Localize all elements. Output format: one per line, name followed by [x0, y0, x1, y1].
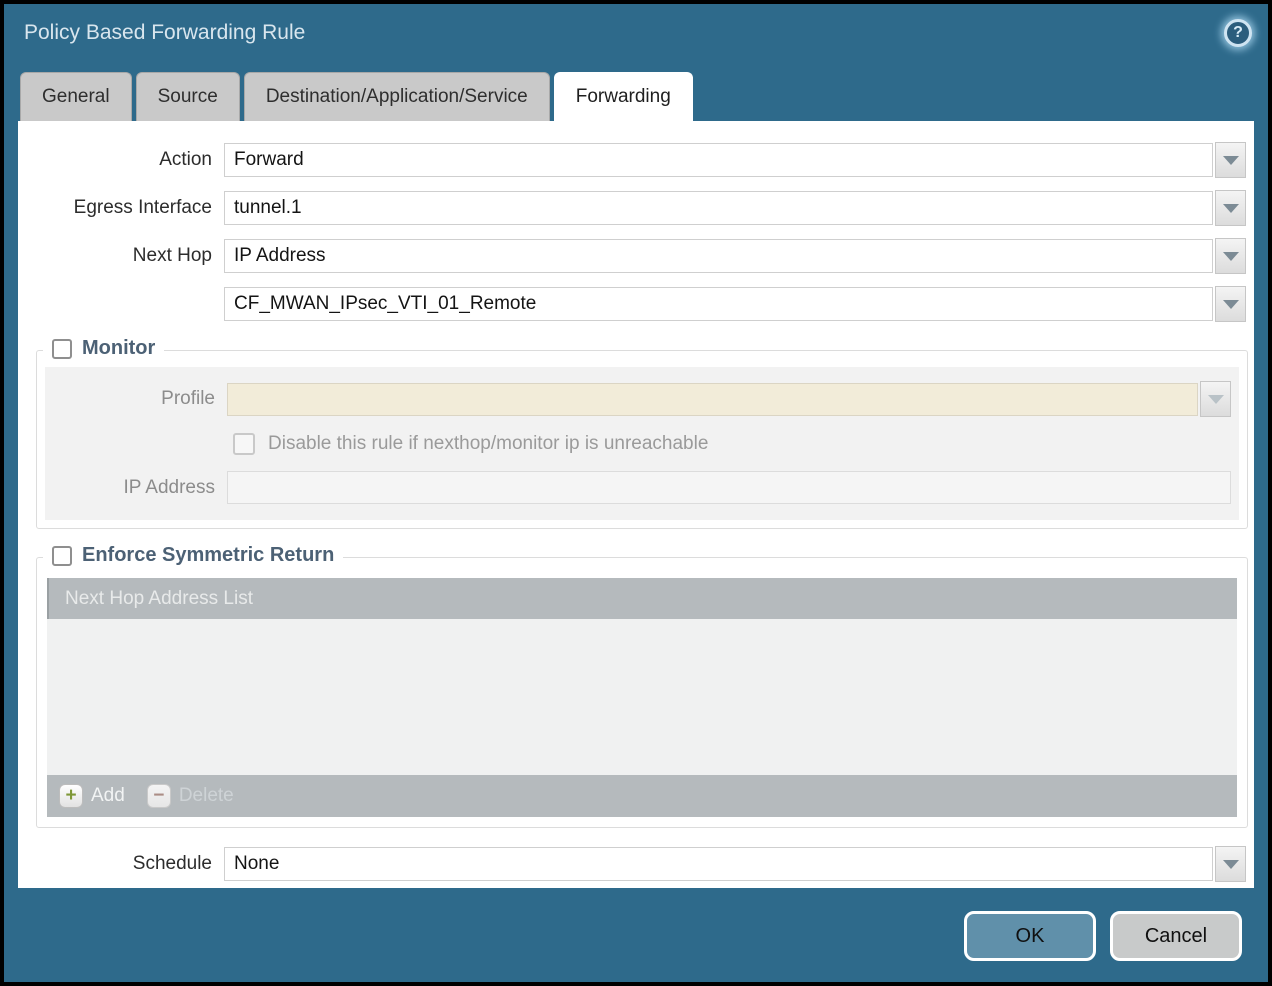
- schedule-dropdown-button[interactable]: [1215, 846, 1246, 882]
- schedule-value[interactable]: None: [224, 847, 1213, 881]
- cancel-button[interactable]: Cancel: [1110, 911, 1242, 961]
- monitor-legend: Monitor: [43, 337, 164, 360]
- action-dropdown-button[interactable]: [1215, 142, 1246, 178]
- profile-value: [227, 383, 1198, 416]
- add-button-label: Add: [91, 785, 125, 807]
- enforce-symmetric-return-legend-label: Enforce Symmetric Return: [82, 544, 334, 567]
- egress-interface-row: Egress Interface tunnel.1: [18, 190, 1246, 226]
- chevron-down-icon: [1223, 204, 1239, 213]
- chevron-down-icon: [1223, 860, 1239, 869]
- tab-general[interactable]: General: [20, 72, 132, 121]
- help-icon[interactable]: ?: [1224, 19, 1252, 47]
- monitor-ip-address-label: IP Address: [45, 477, 227, 499]
- next-hop-address-combo: CF_MWAN_IPsec_VTI_01_Remote: [224, 286, 1246, 322]
- tab-destination-application-service[interactable]: Destination/Application/Service: [244, 72, 550, 121]
- egress-interface-label: Egress Interface: [18, 197, 224, 219]
- chevron-down-icon: [1223, 252, 1239, 261]
- dialog-title: Policy Based Forwarding Rule: [4, 4, 1268, 64]
- delete-button-label: Delete: [179, 785, 234, 807]
- help-icon-glyph: ?: [1233, 24, 1243, 42]
- monitor-ip-address-input: [227, 471, 1231, 504]
- next-hop-address-row: CF_MWAN_IPsec_VTI_01_Remote: [18, 286, 1246, 322]
- profile-row: Profile: [45, 381, 1231, 417]
- tab-forwarding-label: Forwarding: [576, 86, 671, 108]
- tab-bar: General Source Destination/Application/S…: [20, 72, 697, 121]
- enforce-symmetric-return-legend: Enforce Symmetric Return: [43, 544, 343, 567]
- disable-rule-row: Disable this rule if nexthop/monitor ip …: [233, 433, 1231, 455]
- tab-source-label: Source: [158, 86, 218, 108]
- next-hop-label: Next Hop: [18, 245, 224, 267]
- monitor-ip-address-row: IP Address: [45, 471, 1231, 504]
- action-label: Action: [18, 149, 224, 171]
- next-hop-address-dropdown-button[interactable]: [1215, 286, 1246, 322]
- schedule-combo: None: [224, 846, 1246, 882]
- next-hop-address-list-table: Next Hop Address List + Add − Delete: [47, 578, 1237, 817]
- egress-interface-combo: tunnel.1: [224, 190, 1246, 226]
- tab-source[interactable]: Source: [136, 72, 240, 121]
- egress-interface-value[interactable]: tunnel.1: [224, 191, 1213, 225]
- tab-general-label: General: [42, 86, 110, 108]
- monitor-section: Monitor Profile Disable this rule if nex…: [36, 350, 1248, 529]
- profile-dropdown-button: [1200, 381, 1231, 417]
- chevron-down-icon: [1208, 395, 1224, 404]
- egress-interface-dropdown-button[interactable]: [1215, 190, 1246, 226]
- enforce-symmetric-return-section: Enforce Symmetric Return Next Hop Addres…: [36, 557, 1248, 828]
- disable-rule-checkbox: [233, 433, 255, 455]
- chevron-down-icon: [1223, 300, 1239, 309]
- schedule-label: Schedule: [18, 853, 224, 875]
- add-button[interactable]: + Add: [59, 784, 125, 808]
- monitor-checkbox[interactable]: [52, 339, 72, 359]
- tab-content-panel: Action Forward Egress Interface tunnel.1…: [18, 121, 1254, 888]
- schedule-row: Schedule None: [18, 846, 1246, 882]
- plus-icon: +: [59, 784, 83, 808]
- enforce-symmetric-return-checkbox[interactable]: [52, 546, 72, 566]
- action-value[interactable]: Forward: [224, 143, 1213, 177]
- next-hop-address-list-body: [47, 619, 1237, 775]
- monitor-section-body: Profile Disable this rule if nexthop/mon…: [45, 367, 1239, 520]
- next-hop-value[interactable]: IP Address: [224, 239, 1213, 273]
- action-combo: Forward: [224, 142, 1246, 178]
- minus-icon: −: [147, 784, 171, 808]
- next-hop-address-list-footer: + Add − Delete: [47, 775, 1237, 817]
- next-hop-address-list-header: Next Hop Address List: [47, 578, 1237, 619]
- ok-button[interactable]: OK: [964, 911, 1096, 961]
- monitor-legend-label: Monitor: [82, 337, 155, 360]
- next-hop-row: Next Hop IP Address: [18, 238, 1246, 274]
- next-hop-combo: IP Address: [224, 238, 1246, 274]
- tab-destination-label: Destination/Application/Service: [266, 86, 528, 108]
- action-row: Action Forward: [18, 142, 1246, 178]
- profile-label: Profile: [45, 388, 227, 410]
- disable-rule-label: Disable this rule if nexthop/monitor ip …: [268, 433, 708, 455]
- next-hop-dropdown-button[interactable]: [1215, 238, 1246, 274]
- chevron-down-icon: [1223, 156, 1239, 165]
- dialog-footer: OK Cancel: [964, 911, 1242, 961]
- next-hop-address-value[interactable]: CF_MWAN_IPsec_VTI_01_Remote: [224, 287, 1213, 321]
- tab-forwarding[interactable]: Forwarding: [554, 72, 693, 121]
- delete-button: − Delete: [147, 784, 234, 808]
- policy-based-forwarding-rule-dialog: Policy Based Forwarding Rule ? General S…: [0, 0, 1272, 986]
